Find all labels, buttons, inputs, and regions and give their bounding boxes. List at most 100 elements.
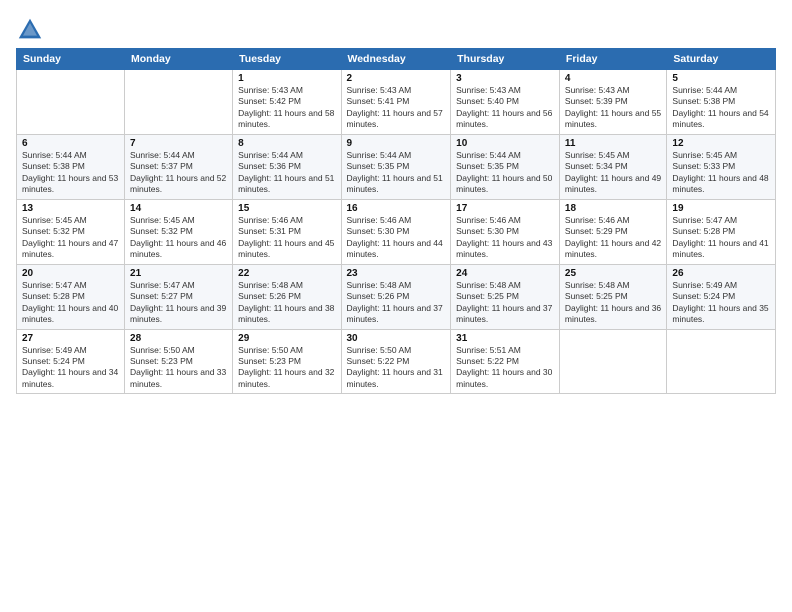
day-number: 13	[22, 203, 119, 214]
day-detail: Sunrise: 5:44 AM Sunset: 5:35 PM Dayligh…	[456, 150, 554, 196]
calendar-cell: 11Sunrise: 5:45 AM Sunset: 5:34 PM Dayli…	[559, 134, 667, 199]
calendar-cell: 9Sunrise: 5:44 AM Sunset: 5:35 PM Daylig…	[341, 134, 451, 199]
day-detail: Sunrise: 5:48 AM Sunset: 5:25 PM Dayligh…	[456, 280, 554, 326]
day-detail: Sunrise: 5:46 AM Sunset: 5:30 PM Dayligh…	[456, 215, 554, 261]
calendar-week-2: 13Sunrise: 5:45 AM Sunset: 5:32 PM Dayli…	[17, 199, 776, 264]
day-number: 6	[22, 138, 119, 149]
calendar-cell: 12Sunrise: 5:45 AM Sunset: 5:33 PM Dayli…	[667, 134, 776, 199]
logo-icon	[16, 16, 44, 44]
day-number: 5	[672, 73, 770, 84]
day-detail: Sunrise: 5:47 AM Sunset: 5:27 PM Dayligh…	[130, 280, 227, 326]
calendar-header-wednesday: Wednesday	[341, 49, 451, 70]
day-detail: Sunrise: 5:49 AM Sunset: 5:24 PM Dayligh…	[672, 280, 770, 326]
calendar-cell: 27Sunrise: 5:49 AM Sunset: 5:24 PM Dayli…	[17, 329, 125, 394]
calendar-table: SundayMondayTuesdayWednesdayThursdayFrid…	[16, 48, 776, 394]
day-detail: Sunrise: 5:44 AM Sunset: 5:36 PM Dayligh…	[238, 150, 335, 196]
day-detail: Sunrise: 5:45 AM Sunset: 5:32 PM Dayligh…	[22, 215, 119, 261]
calendar-cell: 15Sunrise: 5:46 AM Sunset: 5:31 PM Dayli…	[233, 199, 341, 264]
calendar-cell: 7Sunrise: 5:44 AM Sunset: 5:37 PM Daylig…	[125, 134, 233, 199]
day-number: 22	[238, 268, 335, 279]
calendar-cell: 6Sunrise: 5:44 AM Sunset: 5:38 PM Daylig…	[17, 134, 125, 199]
day-detail: Sunrise: 5:47 AM Sunset: 5:28 PM Dayligh…	[672, 215, 770, 261]
day-detail: Sunrise: 5:50 AM Sunset: 5:23 PM Dayligh…	[238, 345, 335, 391]
calendar-cell: 26Sunrise: 5:49 AM Sunset: 5:24 PM Dayli…	[667, 264, 776, 329]
calendar-cell: 2Sunrise: 5:43 AM Sunset: 5:41 PM Daylig…	[341, 70, 451, 135]
day-number: 30	[347, 333, 446, 344]
calendar-cell: 4Sunrise: 5:43 AM Sunset: 5:39 PM Daylig…	[559, 70, 667, 135]
calendar-cell: 1Sunrise: 5:43 AM Sunset: 5:42 PM Daylig…	[233, 70, 341, 135]
calendar-cell: 24Sunrise: 5:48 AM Sunset: 5:25 PM Dayli…	[451, 264, 560, 329]
calendar-header-tuesday: Tuesday	[233, 49, 341, 70]
calendar-cell: 13Sunrise: 5:45 AM Sunset: 5:32 PM Dayli…	[17, 199, 125, 264]
calendar-cell: 28Sunrise: 5:50 AM Sunset: 5:23 PM Dayli…	[125, 329, 233, 394]
header	[16, 12, 776, 44]
day-detail: Sunrise: 5:50 AM Sunset: 5:22 PM Dayligh…	[347, 345, 446, 391]
day-number: 8	[238, 138, 335, 149]
day-number: 12	[672, 138, 770, 149]
calendar-cell: 14Sunrise: 5:45 AM Sunset: 5:32 PM Dayli…	[125, 199, 233, 264]
logo	[16, 16, 48, 44]
calendar-cell	[667, 329, 776, 394]
day-number: 10	[456, 138, 554, 149]
day-detail: Sunrise: 5:43 AM Sunset: 5:41 PM Dayligh…	[347, 85, 446, 131]
day-number: 7	[130, 138, 227, 149]
calendar-cell: 29Sunrise: 5:50 AM Sunset: 5:23 PM Dayli…	[233, 329, 341, 394]
day-number: 3	[456, 73, 554, 84]
calendar-cell: 25Sunrise: 5:48 AM Sunset: 5:25 PM Dayli…	[559, 264, 667, 329]
calendar-week-1: 6Sunrise: 5:44 AM Sunset: 5:38 PM Daylig…	[17, 134, 776, 199]
day-number: 9	[347, 138, 446, 149]
day-detail: Sunrise: 5:46 AM Sunset: 5:30 PM Dayligh…	[347, 215, 446, 261]
day-number: 29	[238, 333, 335, 344]
day-number: 23	[347, 268, 446, 279]
calendar-cell: 18Sunrise: 5:46 AM Sunset: 5:29 PM Dayli…	[559, 199, 667, 264]
day-detail: Sunrise: 5:49 AM Sunset: 5:24 PM Dayligh…	[22, 345, 119, 391]
day-detail: Sunrise: 5:45 AM Sunset: 5:33 PM Dayligh…	[672, 150, 770, 196]
calendar-cell: 31Sunrise: 5:51 AM Sunset: 5:22 PM Dayli…	[451, 329, 560, 394]
day-number: 26	[672, 268, 770, 279]
day-detail: Sunrise: 5:48 AM Sunset: 5:26 PM Dayligh…	[238, 280, 335, 326]
day-number: 1	[238, 73, 335, 84]
calendar-cell	[17, 70, 125, 135]
day-number: 31	[456, 333, 554, 344]
calendar-cell	[559, 329, 667, 394]
calendar-header-row: SundayMondayTuesdayWednesdayThursdayFrid…	[17, 49, 776, 70]
day-detail: Sunrise: 5:46 AM Sunset: 5:29 PM Dayligh…	[565, 215, 662, 261]
day-detail: Sunrise: 5:45 AM Sunset: 5:32 PM Dayligh…	[130, 215, 227, 261]
day-number: 14	[130, 203, 227, 214]
day-number: 15	[238, 203, 335, 214]
calendar-week-3: 20Sunrise: 5:47 AM Sunset: 5:28 PM Dayli…	[17, 264, 776, 329]
day-number: 24	[456, 268, 554, 279]
calendar-cell: 3Sunrise: 5:43 AM Sunset: 5:40 PM Daylig…	[451, 70, 560, 135]
day-number: 27	[22, 333, 119, 344]
day-number: 2	[347, 73, 446, 84]
calendar-cell: 17Sunrise: 5:46 AM Sunset: 5:30 PM Dayli…	[451, 199, 560, 264]
calendar-cell: 8Sunrise: 5:44 AM Sunset: 5:36 PM Daylig…	[233, 134, 341, 199]
day-detail: Sunrise: 5:43 AM Sunset: 5:39 PM Dayligh…	[565, 85, 662, 131]
calendar-cell: 21Sunrise: 5:47 AM Sunset: 5:27 PM Dayli…	[125, 264, 233, 329]
calendar-cell: 5Sunrise: 5:44 AM Sunset: 5:38 PM Daylig…	[667, 70, 776, 135]
day-number: 28	[130, 333, 227, 344]
day-detail: Sunrise: 5:51 AM Sunset: 5:22 PM Dayligh…	[456, 345, 554, 391]
day-number: 20	[22, 268, 119, 279]
day-detail: Sunrise: 5:48 AM Sunset: 5:25 PM Dayligh…	[565, 280, 662, 326]
day-detail: Sunrise: 5:44 AM Sunset: 5:38 PM Dayligh…	[22, 150, 119, 196]
calendar-cell	[125, 70, 233, 135]
day-number: 11	[565, 138, 662, 149]
day-detail: Sunrise: 5:44 AM Sunset: 5:37 PM Dayligh…	[130, 150, 227, 196]
day-detail: Sunrise: 5:43 AM Sunset: 5:42 PM Dayligh…	[238, 85, 335, 131]
day-detail: Sunrise: 5:43 AM Sunset: 5:40 PM Dayligh…	[456, 85, 554, 131]
calendar-cell: 10Sunrise: 5:44 AM Sunset: 5:35 PM Dayli…	[451, 134, 560, 199]
day-detail: Sunrise: 5:45 AM Sunset: 5:34 PM Dayligh…	[565, 150, 662, 196]
day-detail: Sunrise: 5:44 AM Sunset: 5:35 PM Dayligh…	[347, 150, 446, 196]
calendar-week-0: 1Sunrise: 5:43 AM Sunset: 5:42 PM Daylig…	[17, 70, 776, 135]
calendar-header-monday: Monday	[125, 49, 233, 70]
day-number: 18	[565, 203, 662, 214]
day-number: 25	[565, 268, 662, 279]
day-detail: Sunrise: 5:47 AM Sunset: 5:28 PM Dayligh…	[22, 280, 119, 326]
day-detail: Sunrise: 5:48 AM Sunset: 5:26 PM Dayligh…	[347, 280, 446, 326]
calendar-cell: 22Sunrise: 5:48 AM Sunset: 5:26 PM Dayli…	[233, 264, 341, 329]
calendar-cell: 19Sunrise: 5:47 AM Sunset: 5:28 PM Dayli…	[667, 199, 776, 264]
day-number: 16	[347, 203, 446, 214]
calendar-week-4: 27Sunrise: 5:49 AM Sunset: 5:24 PM Dayli…	[17, 329, 776, 394]
day-detail: Sunrise: 5:50 AM Sunset: 5:23 PM Dayligh…	[130, 345, 227, 391]
